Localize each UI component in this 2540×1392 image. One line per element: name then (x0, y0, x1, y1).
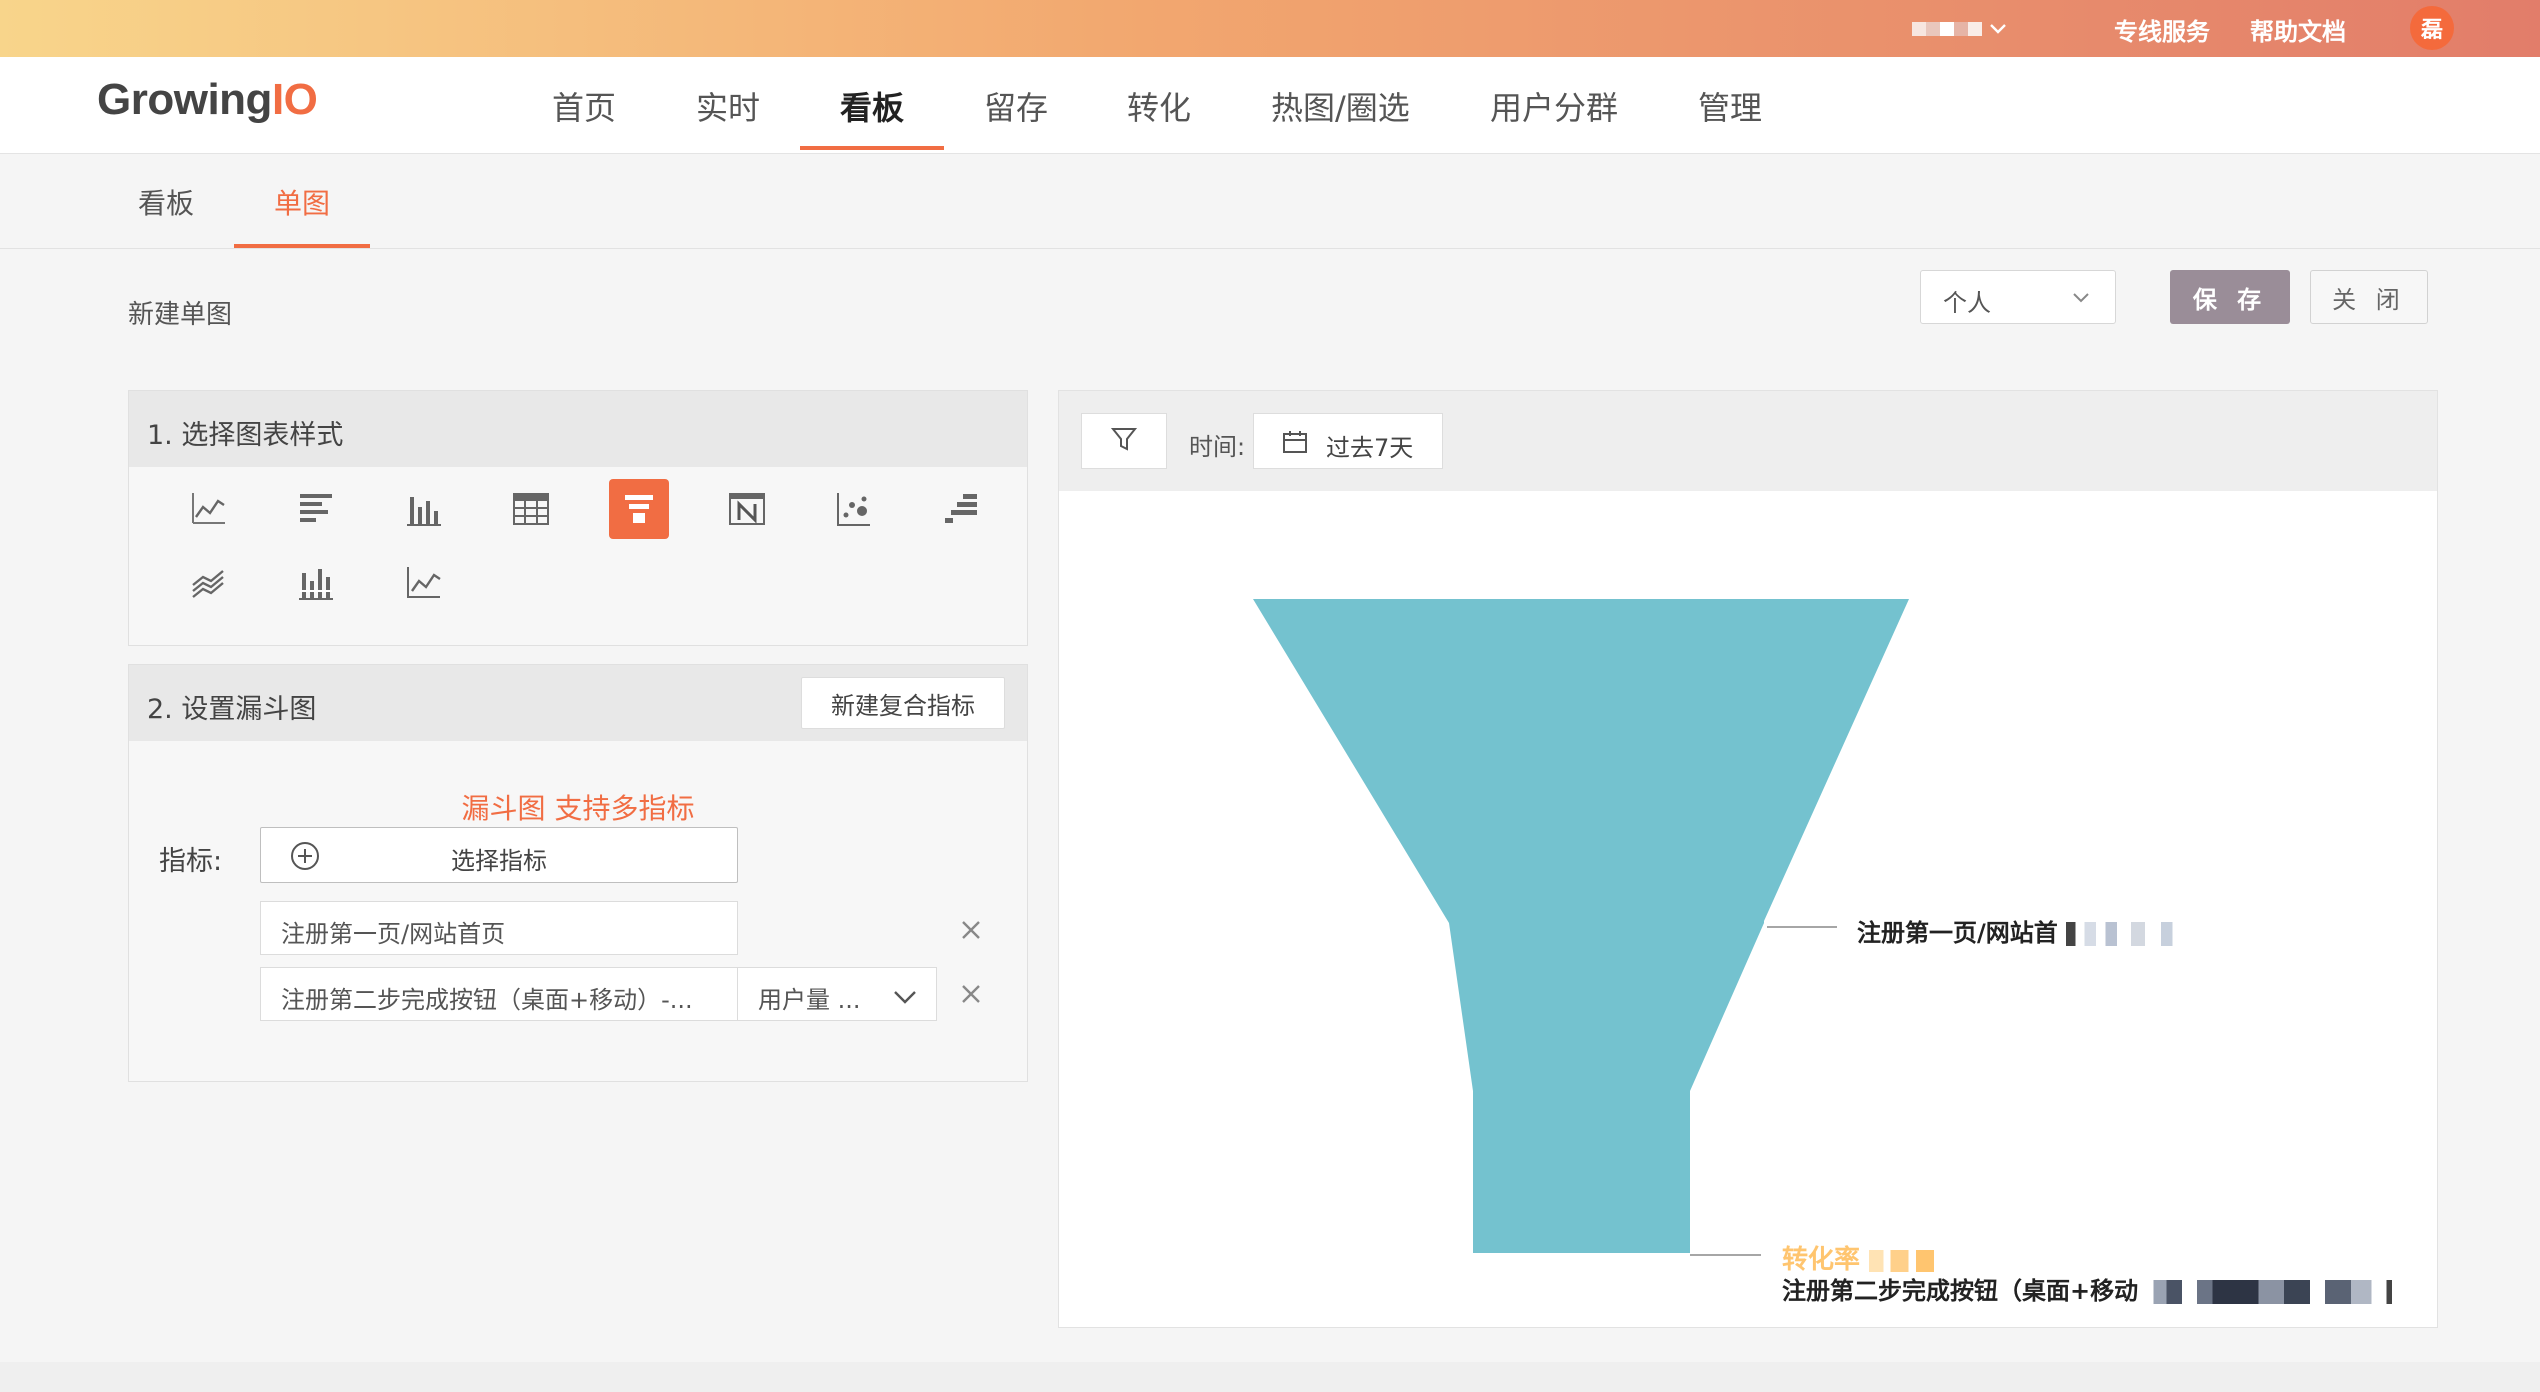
close-button[interactable]: 关 闭 (2310, 270, 2428, 324)
page-footer (0, 1362, 2540, 1392)
area-line-icon[interactable] (394, 553, 454, 613)
select-metric-label: 选择指标 (451, 847, 547, 875)
table-icon[interactable] (501, 479, 561, 539)
account-switcher[interactable] (1912, 14, 2018, 44)
metric-name: 注册第一页/网站首页 (281, 920, 506, 948)
funnel-settings-panel: 2. 设置漏斗图 新建复合指标 漏斗图 支持多指标 指标: 选择指标 注册第一页… (128, 664, 1028, 1082)
scope-select[interactable]: 个人 (1920, 270, 2116, 324)
active-tab-indicator (234, 244, 370, 248)
main-nav: GrowingIO 首页 实时 看板 留存 转化 热图/圈选 用户分群 管理 (0, 57, 2540, 154)
chart-type-picker (129, 469, 1027, 645)
nav-item-retention[interactable]: 留存 (984, 83, 1048, 129)
panel-title: 2. 设置漏斗图 (147, 694, 317, 725)
aggregation-value: 用户量 ... (758, 986, 861, 1014)
logo[interactable]: GrowingIO (97, 75, 318, 125)
dedicated-service-link[interactable]: 专线服务 (2114, 12, 2210, 47)
nav-item-heatmap[interactable]: 热图/圈选 (1271, 83, 1410, 129)
value-redacted (2066, 922, 2183, 946)
line-chart-icon[interactable] (179, 479, 239, 539)
aggregation-select[interactable]: 用户量 ... (737, 967, 937, 1021)
remove-metric-button[interactable] (956, 915, 986, 945)
chevron-down-icon (2071, 289, 2091, 308)
help-docs-link[interactable]: 帮助文档 (2250, 12, 2346, 47)
stage-name: 注册第二步完成按钮（桌面+移动 (1782, 1277, 2139, 1305)
value-redacted (2146, 1280, 2403, 1304)
active-nav-indicator (800, 146, 944, 150)
rate-value-redacted (1869, 1249, 1942, 1272)
funnel-stage-label: 注册第二步完成按钮（桌面+移动 (1782, 1271, 2403, 1306)
metric-name: 注册第二步完成按钮（桌面+移动）-... (281, 986, 693, 1014)
logo-io: IO (271, 75, 318, 124)
chart-style-panel: 1. 选择图表样式 (128, 390, 1028, 646)
stage-name: 注册第一页/网站首 (1857, 919, 2058, 947)
funnel-stage-label: 注册第一页/网站首 (1857, 913, 2183, 948)
funnel-icon[interactable] (609, 479, 669, 539)
chevron-down-icon (892, 984, 918, 1012)
stacked-area-icon[interactable] (179, 553, 239, 613)
panel-header: 1. 选择图表样式 (129, 391, 1027, 467)
funnel-stage-1 (1253, 599, 1909, 923)
remove-metric-button[interactable] (956, 979, 986, 1009)
new-composite-metric-button[interactable]: 新建复合指标 (801, 677, 1005, 729)
ranking-bar-icon[interactable] (931, 479, 991, 539)
metric-field[interactable]: 注册第一页/网站首页 (260, 901, 738, 955)
scatter-icon[interactable] (824, 479, 884, 539)
logo-text: Growing (97, 75, 272, 124)
scope-value: 个人 (1943, 289, 1991, 317)
select-metric-button[interactable]: 选择指标 (260, 827, 738, 883)
nav-item-manage[interactable]: 管理 (1698, 83, 1762, 129)
number-card-icon[interactable] (717, 479, 777, 539)
nav-item-realtime[interactable]: 实时 (696, 83, 760, 129)
page-title: 新建单图 (128, 300, 233, 330)
tab-dashboard[interactable]: 看板 (138, 182, 194, 222)
chart-preview-card: 时间: 过去7天 注册第一页/网站首 转化率 注册第二步完成按钮（桌面+移动 (1058, 390, 2438, 1328)
nav-item-dashboard[interactable]: 看板 (840, 83, 904, 129)
save-button[interactable]: 保 存 (2170, 270, 2290, 324)
horizontal-bar-icon[interactable] (286, 479, 346, 539)
chevron-down-icon (1988, 20, 2008, 39)
panel-header: 2. 设置漏斗图 新建复合指标 (129, 665, 1027, 741)
metric-field[interactable]: 注册第二步完成按钮（桌面+移动）-... (260, 967, 738, 1021)
top-banner: 专线服务 帮助文档 磊 (0, 0, 2540, 57)
stacked-column-icon[interactable] (286, 553, 346, 613)
tab-single-chart[interactable]: 单图 (274, 182, 330, 222)
funnel-chart (1253, 599, 1909, 1256)
avatar[interactable]: 磊 (2410, 6, 2454, 50)
funnel-stage-2 (1449, 923, 1764, 1253)
nav-item-home[interactable]: 首页 (552, 83, 616, 129)
nav-item-segments[interactable]: 用户分群 (1490, 83, 1618, 129)
sub-nav: 看板 单图 (0, 154, 2540, 249)
nav-item-conversion[interactable]: 转化 (1127, 83, 1191, 129)
column-chart-icon[interactable] (394, 479, 454, 539)
metric-label: 指标: (159, 846, 223, 877)
funnel-note: 漏斗图 支持多指标 (461, 792, 695, 825)
panel-title: 1. 选择图表样式 (147, 420, 344, 451)
account-name-redacted (1912, 22, 1982, 36)
